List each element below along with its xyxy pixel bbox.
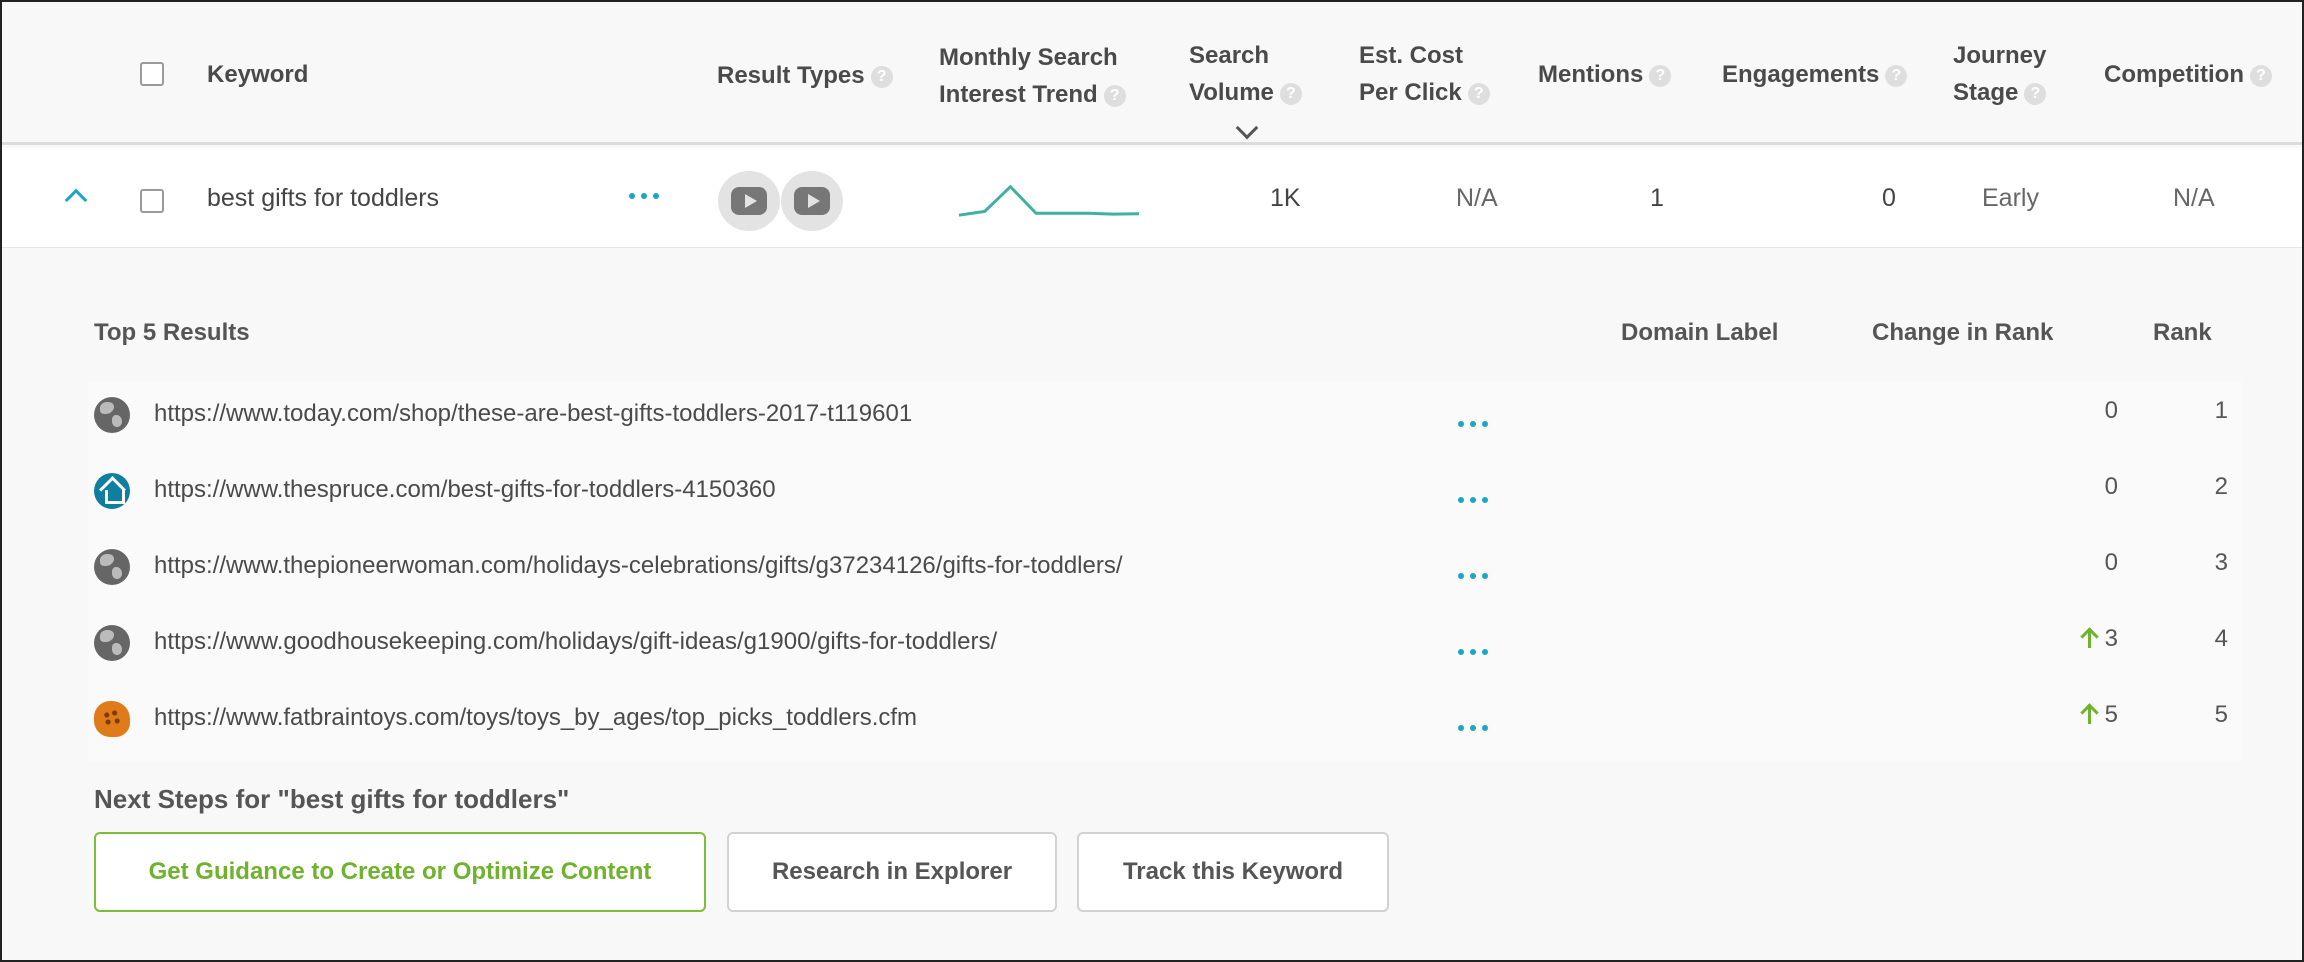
col-rank: Rank (2153, 319, 2212, 346)
rank-value: 4 (2214, 625, 2228, 652)
col-domain-label: Domain Label (1621, 319, 1779, 346)
header-competition-label: Competition (2104, 61, 2244, 88)
arrow-up-icon (2081, 628, 2097, 648)
house-icon (94, 473, 130, 509)
header-trend-line1: Monthly Search (939, 44, 1118, 71)
result-more-options-icon[interactable] (1458, 725, 1488, 731)
change-in-rank: 3 (2081, 609, 2118, 669)
research-in-explorer-button[interactable]: Research in Explorer (727, 832, 1057, 912)
result-row[interactable]: https://www.today.com/shop/these-are-bes… (88, 381, 2242, 457)
result-type-video-1[interactable] (718, 171, 780, 231)
globe-icon (94, 625, 130, 661)
result-url[interactable]: https://www.thespruce.com/best-gifts-for… (154, 457, 776, 523)
header-volume-line2: Volume (1189, 79, 1274, 106)
trend-line (958, 184, 1140, 217)
change-value: 0 (2104, 549, 2118, 576)
help-icon[interactable]: ? (2249, 64, 2272, 87)
result-url[interactable]: https://www.fatbraintoys.com/toys/toys_b… (154, 685, 917, 751)
result-more-options-icon[interactable] (1458, 649, 1488, 655)
top-results-title: Top 5 Results (94, 319, 250, 346)
table-header: Keyword Result Types? Monthly Search Int… (2, 2, 2302, 145)
result-more-options-icon[interactable] (1458, 497, 1488, 503)
col-change-in-rank: Change in Rank (1872, 319, 2054, 346)
help-icon[interactable]: ? (870, 65, 893, 88)
select-all-checkbox[interactable] (140, 62, 164, 86)
result-row[interactable]: https://www.thepioneerwoman.com/holidays… (88, 533, 2242, 609)
rank-value: 5 (2214, 701, 2228, 728)
next-steps-title: Next Steps for "best gifts for toddlers" (94, 784, 570, 814)
change-in-rank: 0 (2105, 381, 2118, 441)
header-keyword[interactable]: Keyword (207, 56, 308, 93)
header-mentions[interactable]: Mentions? (1538, 56, 1672, 93)
change-in-rank: 0 (2105, 457, 2118, 517)
help-icon[interactable]: ? (1467, 82, 1490, 105)
header-volume-line1: Search (1189, 42, 1270, 69)
competition-value: N/A (2173, 184, 2215, 212)
header-journey-line1: Journey (1953, 42, 2047, 69)
change-value: 5 (2104, 701, 2118, 728)
result-row[interactable]: https://www.fatbraintoys.com/toys/toys_b… (88, 685, 2242, 761)
result-more-options-icon[interactable] (1458, 421, 1488, 427)
change-in-rank: 0 (2105, 533, 2118, 593)
header-engagements[interactable]: Engagements? (1722, 56, 1908, 93)
help-icon[interactable]: ? (1103, 84, 1126, 107)
header-engagements-label: Engagements (1722, 61, 1880, 88)
header-journey-stage[interactable]: Journey Stage? (1953, 37, 2046, 111)
header-search-volume[interactable]: Search Volume? (1189, 37, 1302, 111)
keyword-table-panel: Keyword Result Types? Monthly Search Int… (0, 0, 2304, 962)
video-icon (731, 187, 767, 215)
change-in-rank: 5 (2081, 685, 2118, 745)
header-cpc-line1: Est. Cost (1359, 42, 1464, 69)
row-checkbox[interactable] (140, 189, 164, 213)
arrow-up-icon (2081, 704, 2097, 724)
expanded-details: Top 5 Results Domain Label Change in Ran… (2, 249, 2302, 960)
result-more-options-icon[interactable] (1458, 573, 1488, 579)
video-icon (794, 187, 830, 215)
header-competition[interactable]: Competition? (2104, 56, 2272, 93)
help-icon[interactable]: ? (2024, 82, 2047, 105)
help-icon[interactable]: ? (1649, 64, 1672, 87)
mentions-value: 1 (1650, 184, 1664, 212)
help-icon[interactable]: ? (1279, 82, 1302, 105)
help-icon[interactable]: ? (1885, 64, 1908, 87)
monthly-trend-sparkline (958, 184, 1140, 217)
change-value: 0 (2104, 473, 2118, 500)
result-url[interactable]: https://www.thepioneerwoman.com/holidays… (154, 533, 1123, 599)
engagements-value: 0 (1882, 184, 1896, 212)
globe-icon (94, 549, 130, 585)
globe-icon (94, 397, 130, 433)
rank-value: 3 (2214, 549, 2228, 576)
header-journey-line2: Stage (1953, 79, 2019, 106)
brain-icon (94, 701, 130, 737)
header-trend-line2: Interest Trend (939, 81, 1098, 108)
result-row[interactable]: https://www.thespruce.com/best-gifts-for… (88, 457, 2242, 533)
header-result-types[interactable]: Result Types? (717, 57, 893, 94)
keyword-row[interactable]: best gifts for toddlers 1K N/A 1 0 Early… (2, 148, 2302, 248)
cpc-value: N/A (1456, 184, 1498, 212)
result-url[interactable]: https://www.today.com/shop/these-are-bes… (154, 381, 912, 447)
header-monthly-trend[interactable]: Monthly Search Interest Trend? (939, 39, 1126, 113)
sort-descending-chevron-icon[interactable] (1235, 116, 1259, 140)
change-value: 0 (2104, 397, 2118, 424)
header-cpc-line2: Per Click (1359, 79, 1462, 106)
get-guidance-button[interactable]: Get Guidance to Create or Optimize Conte… (94, 832, 706, 912)
keyword-more-options-icon[interactable] (629, 193, 659, 199)
journey-stage-value: Early (1982, 184, 2039, 212)
search-volume-value: 1K (1270, 184, 1301, 212)
rank-value: 1 (2214, 397, 2228, 424)
track-keyword-button[interactable]: Track this Keyword (1077, 832, 1389, 912)
result-url[interactable]: https://www.goodhousekeeping.com/holiday… (154, 609, 997, 675)
collapse-chevron-icon[interactable] (64, 188, 88, 212)
result-row[interactable]: https://www.goodhousekeeping.com/holiday… (88, 609, 2242, 685)
change-value: 3 (2104, 625, 2118, 652)
header-est-cpc[interactable]: Est. Cost Per Click? (1359, 37, 1490, 111)
header-result-types-label: Result Types (717, 62, 865, 89)
result-type-video-2[interactable] (781, 171, 843, 231)
keyword-text: best gifts for toddlers (207, 184, 440, 212)
header-mentions-label: Mentions (1538, 61, 1644, 88)
rank-value: 2 (2214, 473, 2228, 500)
